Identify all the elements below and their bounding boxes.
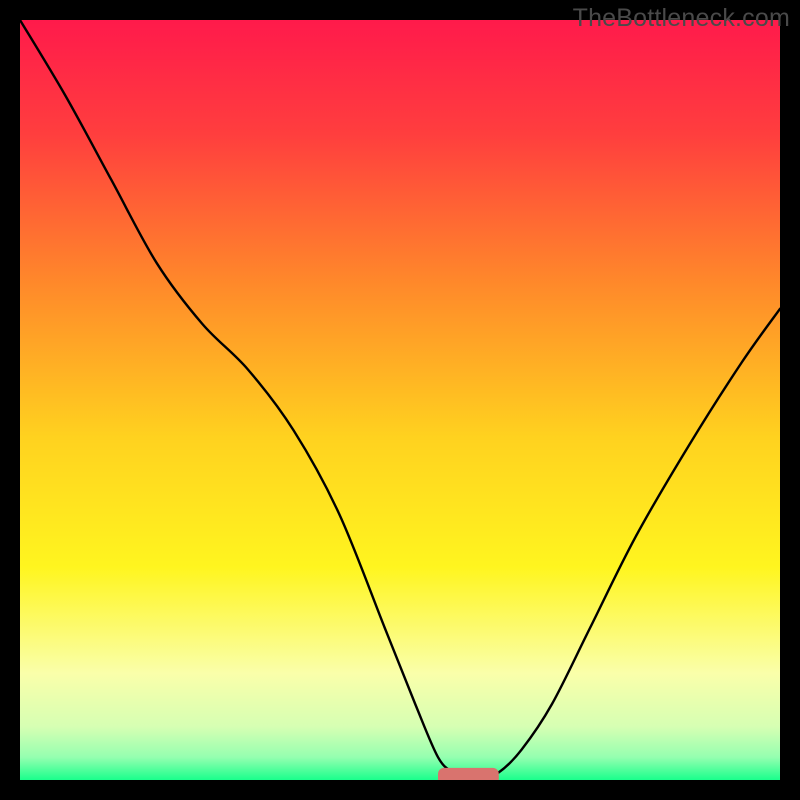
optimal-range-marker [438,768,499,780]
plot-area [20,20,780,780]
bottleneck-chart [20,20,780,780]
watermark-text: TheBottleneck.com [573,4,790,33]
chart-frame: TheBottleneck.com [0,0,800,800]
